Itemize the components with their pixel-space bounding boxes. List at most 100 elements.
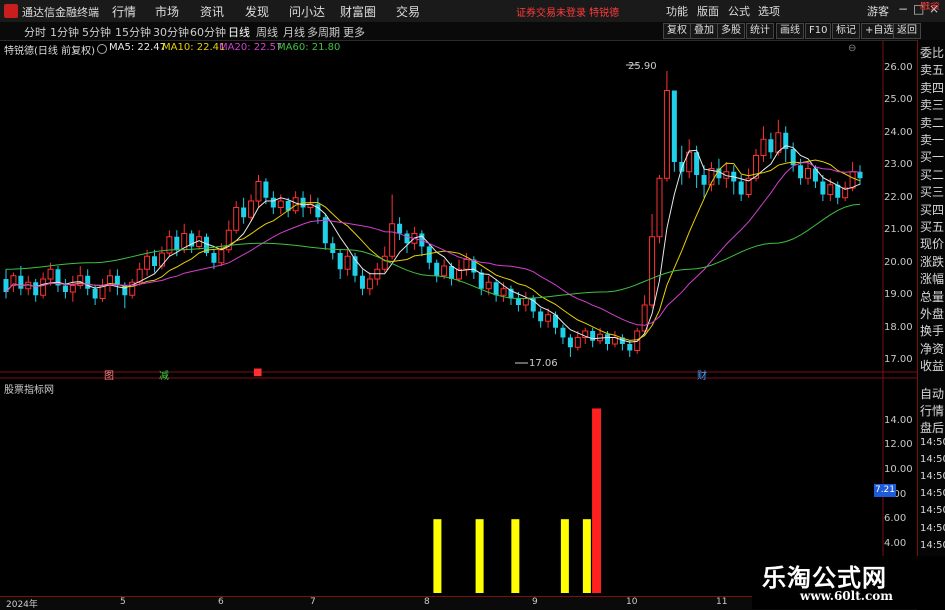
event-mark-1[interactable]: 减 [159, 367, 169, 382]
candle[interactable] [359, 275, 365, 289]
candle[interactable] [330, 243, 336, 253]
candle[interactable] [404, 233, 410, 244]
candle[interactable] [641, 304, 648, 332]
menu-item-5[interactable]: 财富圈 [340, 3, 376, 20]
candle[interactable] [263, 181, 269, 198]
candle[interactable] [277, 200, 284, 208]
right-menu-item-0[interactable]: 功能 [666, 3, 688, 19]
candle[interactable] [241, 207, 247, 218]
candle[interactable] [47, 268, 54, 280]
toolbar-button-6[interactable]: 标记 [832, 23, 860, 39]
candle[interactable] [701, 175, 707, 185]
candle[interactable] [656, 177, 663, 238]
toolbar-button-0[interactable]: 复权 [663, 23, 691, 39]
candle[interactable] [857, 171, 863, 179]
candle[interactable] [344, 255, 351, 270]
candle[interactable] [152, 256, 158, 266]
timeframe-tab-6[interactable]: 日线 [228, 24, 250, 40]
menu-item-6[interactable]: 交易 [396, 3, 420, 20]
candle[interactable] [775, 132, 782, 153]
candle[interactable] [663, 90, 670, 179]
candle[interactable] [463, 259, 470, 270]
right-menu-item-3[interactable]: 选项 [758, 3, 780, 19]
toolbar-button-5[interactable]: F10 [805, 23, 832, 39]
guest-label[interactable]: 游客 [867, 3, 889, 19]
menu-item-3[interactable]: 发现 [245, 3, 269, 20]
event-mark-2[interactable]: ■ [253, 367, 262, 378]
candle[interactable] [40, 278, 47, 296]
candle[interactable] [69, 285, 76, 293]
toolbar-button-4[interactable]: 画线 [776, 23, 804, 39]
candle[interactable] [538, 311, 544, 322]
right-menu-item-2[interactable]: 公式 [728, 3, 750, 19]
candle[interactable] [671, 90, 677, 163]
candle[interactable] [322, 217, 328, 244]
candle[interactable] [434, 262, 440, 276]
candle[interactable] [627, 344, 633, 351]
candle[interactable] [574, 337, 581, 348]
event-mark-3[interactable]: 财 [697, 367, 707, 382]
candle[interactable] [738, 181, 744, 195]
menu-item-2[interactable]: 资讯 [200, 3, 224, 20]
timeframe-tab-5[interactable]: 60分钟 [190, 24, 226, 40]
candle[interactable] [211, 253, 217, 263]
candle[interactable] [605, 334, 611, 344]
candle[interactable] [270, 197, 276, 208]
candle[interactable] [493, 282, 499, 296]
candle[interactable] [768, 139, 774, 153]
sidebar-bottom-0[interactable]: 自动 [920, 385, 945, 402]
timeframe-tab-7[interactable]: 周线 [256, 24, 278, 40]
timeframe-tab-4[interactable]: 30分钟 [153, 24, 189, 40]
candle[interactable] [485, 281, 492, 290]
sidebar-bottom-2[interactable]: 盘后 [920, 419, 945, 436]
toolbar-button-1[interactable]: 叠加 [690, 23, 718, 39]
toolbar-button-8[interactable]: 返回 [893, 23, 921, 39]
candle[interactable] [515, 298, 521, 306]
candle[interactable] [248, 200, 255, 218]
candle[interactable] [426, 246, 432, 263]
candle[interactable] [174, 236, 180, 250]
timeframe-tab-1[interactable]: 1分钟 [50, 24, 79, 40]
candle[interactable] [92, 288, 98, 299]
candle[interactable] [255, 181, 262, 202]
candle[interactable] [649, 236, 656, 306]
candle[interactable] [849, 171, 856, 189]
toolbar-button-3[interactable]: 统计 [746, 23, 774, 39]
trade-login-notice[interactable]: 证券交易未登录 特锐德 [516, 4, 619, 19]
candle[interactable] [233, 207, 240, 231]
candle[interactable] [760, 138, 767, 156]
candle[interactable] [33, 282, 39, 296]
candle[interactable] [449, 266, 455, 279]
candle[interactable] [827, 184, 834, 195]
event-mark-0[interactable]: 图 [104, 367, 114, 382]
candle[interactable] [218, 249, 225, 264]
timeframe-tab-2[interactable]: 5分钟 [82, 24, 111, 40]
candle[interactable] [18, 275, 24, 289]
candle[interactable] [366, 278, 373, 290]
candle[interactable] [337, 253, 343, 270]
candle[interactable] [389, 223, 396, 257]
timeframe-tab-0[interactable]: 分时 [24, 24, 46, 40]
menu-item-0[interactable]: 行情 [112, 3, 136, 20]
candle[interactable] [381, 255, 388, 270]
candle[interactable] [560, 327, 566, 338]
timeframe-tab-10[interactable]: 更多 [343, 24, 365, 40]
sidebar-bottom-1[interactable]: 行情 [920, 402, 945, 419]
right-menu-item-1[interactable]: 版面 [697, 3, 719, 19]
candle[interactable] [397, 223, 403, 234]
kline-chart[interactable] [0, 40, 917, 596]
candle[interactable] [158, 252, 165, 267]
candle[interactable] [545, 314, 552, 322]
candle[interactable] [522, 298, 529, 306]
minimize-icon[interactable]: − [898, 2, 908, 16]
timeframe-tab-8[interactable]: 月线 [283, 24, 305, 40]
timeframe-tab-3[interactable]: 15分钟 [115, 24, 151, 40]
candle[interactable] [805, 168, 812, 179]
candle[interactable] [144, 255, 151, 270]
menu-item-4[interactable]: 问小达 [289, 3, 325, 20]
candle[interactable] [500, 288, 507, 296]
candle[interactable] [478, 272, 484, 289]
toolbar-button-2[interactable]: 多股 [717, 23, 745, 39]
candle[interactable] [567, 337, 573, 348]
menu-item-1[interactable]: 市场 [155, 3, 179, 20]
